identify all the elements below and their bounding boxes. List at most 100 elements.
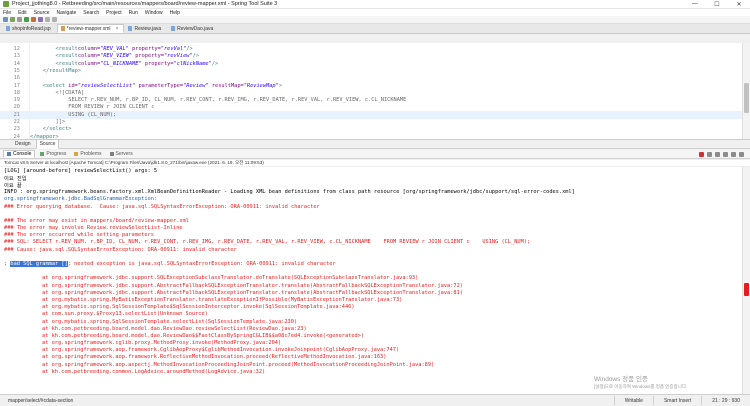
console-line: 이요 진입 xyxy=(4,175,27,182)
editor-tab-label: shopinfoRead.jsp xyxy=(12,25,51,32)
editor-tab[interactable]: *review-mapper.xml × xyxy=(56,24,125,33)
close-tab-icon[interactable]: × xyxy=(116,26,119,32)
code-text: <resultcolumn="REV_VIEW" property="revVi… xyxy=(55,53,200,60)
line-number: 24 xyxy=(13,133,20,140)
stack-trace-line[interactable]: at org.mybatis.spring.SqlSessionTemplate… xyxy=(0,318,742,325)
console-line: ### Error querying database. Cause: java… xyxy=(4,203,320,210)
line-number: 20 xyxy=(13,104,20,111)
minimize-view-icon[interactable] xyxy=(739,151,744,157)
tab-console[interactable]: Console xyxy=(3,150,36,158)
status-insert-mode: Smart Insert xyxy=(652,396,701,405)
editor-tab-label: *review-mapper.xml xyxy=(66,25,111,32)
editor-tab-label: ReviewDao.java xyxy=(177,25,214,32)
menu-navigate[interactable]: Navigate xyxy=(57,10,77,16)
editor-tab[interactable]: Review.java xyxy=(124,24,167,33)
menu-run[interactable]: Run xyxy=(129,10,138,16)
console-scroll-thumb[interactable] xyxy=(744,283,749,296)
scroll-lock-icon[interactable] xyxy=(715,151,720,157)
minimize-button[interactable]: — xyxy=(684,1,706,7)
console-scrollbar[interactable] xyxy=(742,167,750,394)
tab-design[interactable]: Design xyxy=(12,140,34,148)
print-icon[interactable] xyxy=(17,17,22,22)
editor-scroll-thumb[interactable] xyxy=(744,83,749,113)
maximize-button[interactable]: ☐ xyxy=(706,1,728,8)
code-text: ]]> xyxy=(55,119,66,125)
code-text: SELECT r.REV_NUM, r.BP_ID, CL_NUM, r.REV… xyxy=(68,97,407,104)
new-icon[interactable] xyxy=(3,17,8,22)
xml-editor[interactable]: 12 <resultcolumn="REV_VAL" property="rev… xyxy=(0,43,750,140)
code-text: </select> xyxy=(42,126,72,133)
windows-activation-watermark: Windows 정품 인증 [설정]으로 이동하여 Windows를 정품 인증… xyxy=(594,376,688,389)
close-window-button[interactable]: ✕ xyxy=(728,1,750,8)
debug-icon[interactable] xyxy=(31,17,36,22)
status-bar: mapper/select/#cdata-section Writable Sm… xyxy=(0,394,750,406)
tab-progress[interactable]: Progress xyxy=(37,150,69,158)
code-text: FROM REVIEW r JOIN CLIENT c xyxy=(68,104,155,111)
menu-file[interactable]: File xyxy=(3,10,11,16)
stack-trace-line[interactable]: at kh.com.petbreeding.board.model.dao.Re… xyxy=(0,332,742,339)
line-number: 14 xyxy=(13,60,20,67)
stack-trace-line[interactable]: at kh.com.petbreeding.common.LogAdvice.a… xyxy=(0,368,742,375)
tab-problems[interactable]: Problems xyxy=(71,150,104,158)
stack-trace-line[interactable]: at org.springframework.aop.framework.Ref… xyxy=(0,354,742,361)
design-source-tabs: Design Source xyxy=(0,139,750,149)
file-icon xyxy=(60,26,65,31)
main-toolbar xyxy=(0,16,750,24)
console-tab-bar: Console Progress Problems Servers xyxy=(0,150,750,159)
tab-servers[interactable]: Servers xyxy=(107,150,136,158)
console-line: org.springframework.jdbc.BadSqlGrammarEx… xyxy=(4,196,158,203)
console-line: ; bad SQL grammar []; nested exception i… xyxy=(4,261,336,268)
stack-trace-line[interactable]: at org.springframework.jdbc.support.Abst… xyxy=(0,289,742,296)
line-number: 23 xyxy=(13,126,20,133)
code-text: USING (CL_NUM); xyxy=(68,111,117,118)
terminate-icon[interactable] xyxy=(699,151,704,157)
tab-source[interactable]: Source xyxy=(35,139,60,149)
line-number: 12 xyxy=(13,46,20,52)
file-icon xyxy=(6,26,10,31)
line-number: 21 xyxy=(13,111,20,118)
code-text: </resultMap> xyxy=(42,67,82,74)
console-icon xyxy=(7,152,11,156)
line-number: 18 xyxy=(13,89,20,96)
display-console-icon[interactable] xyxy=(731,151,736,157)
console-line: ### SQL: SELECT r.REV_NUM, r.BP_ID, CL_N… xyxy=(4,239,531,246)
stack-trace-line[interactable]: at kh.com.petbreeding.board.model.dao.Re… xyxy=(0,325,742,332)
menu-edit[interactable]: Edit xyxy=(18,10,27,16)
forward-icon[interactable] xyxy=(52,17,57,22)
stack-trace-line[interactable]: at org.springframework.aop.aspectj.Metho… xyxy=(0,361,742,368)
console-line: ### The error may involve Review.reviewS… xyxy=(4,225,183,232)
back-icon[interactable] xyxy=(45,17,50,22)
stack-trace-line[interactable]: at com.sun.proxy.$Proxy13.selectList(Unk… xyxy=(0,311,742,318)
run-icon[interactable] xyxy=(24,17,29,22)
status-writable: Writable xyxy=(613,396,653,405)
stack-trace-line[interactable]: at org.springframework.cglib.proxy.Metho… xyxy=(0,340,742,347)
code-text: <resultcolumn="REV_VAL" property="revVal… xyxy=(55,46,193,52)
line-number: 16 xyxy=(13,75,20,82)
menu-help[interactable]: Help xyxy=(170,10,180,16)
stack-trace-line[interactable]: at org.springframework.jdbc.support.Abst… xyxy=(0,282,742,289)
save-icon[interactable] xyxy=(10,17,15,22)
editor-tab[interactable]: shopinfoRead.jsp xyxy=(2,24,57,33)
pin-console-icon[interactable] xyxy=(723,151,728,157)
search-icon[interactable] xyxy=(38,17,43,22)
editor-tab[interactable]: ReviewDao.java xyxy=(167,24,219,33)
console-line: 이요 끝 xyxy=(4,182,22,189)
console-line: INFO : org.springframework.beans.factory… xyxy=(4,189,575,196)
menu-source[interactable]: Source xyxy=(34,10,50,16)
console-line: ### The error may exist in mappers/board… xyxy=(4,217,189,224)
stack-trace-line[interactable]: at org.mybatis.spring.MyBatisExceptionTr… xyxy=(0,296,742,303)
selected-text[interactable]: bad SQL grammar [] xyxy=(10,261,68,268)
menu-project[interactable]: Project xyxy=(106,10,122,16)
console-line: [LOG] [around-before] reviewSelectList()… xyxy=(4,167,158,174)
clear-console-icon[interactable] xyxy=(707,151,712,157)
stack-trace-line[interactable]: at org.springframework.jdbc.support.SQLE… xyxy=(0,275,742,282)
menu-window[interactable]: Window xyxy=(145,10,163,16)
editor-scrollbar[interactable] xyxy=(742,43,750,139)
stack-trace-line[interactable]: at org.mybatis.spring.SqlSessionTemplate… xyxy=(0,304,742,311)
stack-trace-line[interactable]: at org.springframework.aop.framework.Cgl… xyxy=(0,347,742,354)
console-output[interactable]: [LOG] [around-before] reviewSelectList()… xyxy=(0,167,742,394)
menu-search[interactable]: Search xyxy=(83,10,99,16)
code-text: <resultcolumn="CL_NICKNAME" property="cl… xyxy=(55,60,219,67)
